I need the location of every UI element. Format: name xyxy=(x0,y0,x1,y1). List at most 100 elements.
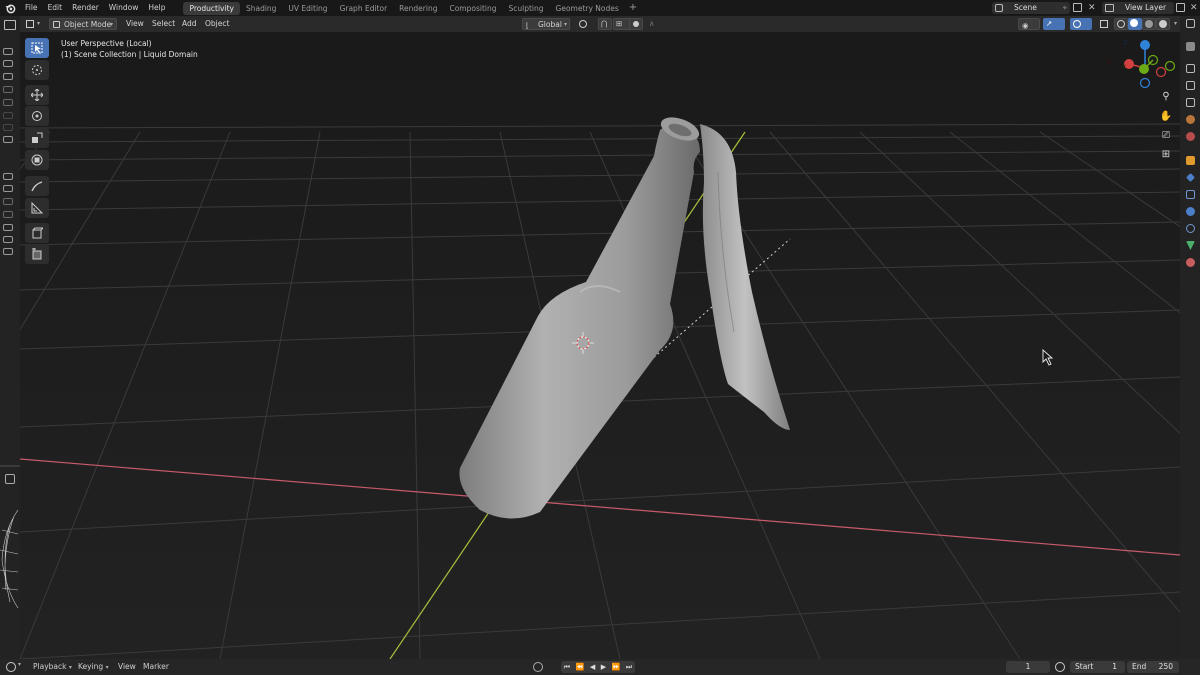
add-workspace-icon[interactable]: + xyxy=(625,0,641,16)
tab-uv-editing[interactable]: UV Editing xyxy=(282,2,333,15)
start-frame-field[interactable]: Start 1 xyxy=(1070,661,1125,673)
visibility-dropdown[interactable]: ◉ xyxy=(1018,18,1040,30)
auto-keying-toggle[interactable] xyxy=(533,662,543,672)
pan-hand-icon[interactable]: ✋ xyxy=(1159,111,1173,125)
annotate-tool[interactable] xyxy=(25,176,49,196)
jump-end-icon[interactable]: ⏭ xyxy=(626,663,632,672)
end-frame-field[interactable]: End 250 xyxy=(1127,661,1179,673)
scene-selector[interactable]: Scene ⌖ xyxy=(992,2,1070,14)
overlays-toggle[interactable] xyxy=(1070,18,1092,30)
select-menu[interactable]: Select xyxy=(148,18,179,30)
camera-icon[interactable] xyxy=(3,73,13,80)
particles-icon[interactable] xyxy=(1186,190,1195,199)
shading-wireframe[interactable] xyxy=(1114,18,1128,30)
menu-edit[interactable]: Edit xyxy=(43,0,68,16)
output-icon[interactable] xyxy=(1186,81,1195,90)
camera-icon[interactable] xyxy=(3,60,13,67)
shading-solid[interactable] xyxy=(1128,18,1142,30)
transform-tool[interactable] xyxy=(25,150,49,170)
menu-window[interactable]: Window xyxy=(104,0,144,16)
falloff-dropdown[interactable]: ∧ xyxy=(645,18,665,30)
play-reverse-icon[interactable]: ◀ xyxy=(590,663,595,671)
object-icon[interactable] xyxy=(1186,156,1195,165)
tab-compositing[interactable]: Compositing xyxy=(443,2,502,15)
next-keyframe-icon[interactable]: ⏩ xyxy=(612,663,621,671)
world-icon[interactable] xyxy=(1186,132,1195,141)
camera-icon[interactable] xyxy=(3,136,13,143)
camera-icon[interactable] xyxy=(3,236,13,243)
camera-icon[interactable] xyxy=(3,198,13,205)
constraints-icon[interactable] xyxy=(1186,224,1195,233)
camera-icon[interactable] xyxy=(3,248,13,255)
rotate-tool[interactable] xyxy=(25,106,49,126)
move-tool[interactable] xyxy=(25,85,49,105)
area-divider[interactable] xyxy=(0,465,20,467)
camera-icon[interactable] xyxy=(3,112,13,119)
proportional-editing-toggle[interactable] xyxy=(629,18,643,30)
add-cube-tool[interactable] xyxy=(25,223,49,243)
scene-icon[interactable] xyxy=(1186,115,1195,124)
orientation-dropdown[interactable]: ⌊ Global ▾ xyxy=(522,18,570,30)
perspective-toggle-icon[interactable]: ⊞ xyxy=(1159,149,1173,163)
add-object-tool[interactable] xyxy=(25,244,49,264)
tab-productivity[interactable]: Productivity xyxy=(183,2,240,15)
tab-sculpting[interactable]: Sculpting xyxy=(502,2,549,15)
tab-geometry-nodes[interactable]: Geometry Nodes xyxy=(550,2,625,15)
new-scene-icon[interactable] xyxy=(1073,3,1082,12)
shading-material[interactable] xyxy=(1142,18,1156,30)
view-layer-selector[interactable]: View Layer xyxy=(1102,2,1174,14)
play-icon[interactable]: ▶ xyxy=(601,663,606,671)
material-icon[interactable] xyxy=(1186,258,1195,267)
menu-render[interactable]: Render xyxy=(67,0,104,16)
current-frame-field[interactable]: 1 xyxy=(1006,661,1050,673)
physics-icon[interactable] xyxy=(1186,207,1195,216)
prev-keyframe-icon[interactable]: ⏪ xyxy=(576,663,585,671)
camera-icon[interactable] xyxy=(3,86,13,93)
remove-view-layer-icon[interactable]: ✕ xyxy=(1190,1,1198,15)
new-view-layer-icon[interactable] xyxy=(1176,3,1185,12)
cursor-tool[interactable] xyxy=(25,60,49,80)
zoom-icon[interactable]: ⚲ xyxy=(1159,91,1173,105)
playback-menu[interactable]: Playback ▾ xyxy=(33,661,72,673)
shading-options-dropdown[interactable]: ▾ xyxy=(1170,18,1180,30)
tool-icon[interactable] xyxy=(1186,42,1195,51)
render-icon[interactable] xyxy=(1186,64,1195,73)
view-menu[interactable]: View xyxy=(122,18,148,30)
camera-icon[interactable] xyxy=(3,99,13,106)
timeline-editor-icon[interactable] xyxy=(6,662,16,672)
editor-type-button[interactable]: ▾ xyxy=(23,18,45,30)
camera-icon[interactable] xyxy=(3,211,13,218)
keying-menu[interactable]: Keying ▾ xyxy=(78,661,109,673)
xray-toggle[interactable] xyxy=(1098,18,1112,30)
pin-icon[interactable] xyxy=(5,474,15,484)
menu-file[interactable]: File xyxy=(20,0,43,16)
remove-scene-icon[interactable]: ✕ xyxy=(1088,1,1096,15)
tab-graph-editor[interactable]: Graph Editor xyxy=(334,2,394,15)
select-box-tool[interactable] xyxy=(25,38,49,58)
view-menu[interactable]: View xyxy=(118,661,136,673)
properties-editor-icon[interactable] xyxy=(1186,19,1195,28)
marker-menu[interactable]: Marker xyxy=(143,661,169,673)
menu-help[interactable]: Help xyxy=(143,0,170,16)
3d-viewport[interactable]: Z X Y User Perspective (Local) (1) Scene… xyxy=(20,32,1180,659)
data-icon[interactable] xyxy=(1186,241,1195,250)
modifier-icon[interactable] xyxy=(1186,173,1195,182)
camera-icon[interactable] xyxy=(3,173,13,180)
camera-view-icon[interactable]: ⎚ xyxy=(1159,130,1173,144)
add-menu[interactable]: Add xyxy=(178,18,201,30)
camera-icon[interactable] xyxy=(3,48,13,55)
jump-start-icon[interactable]: ⏮ xyxy=(564,663,570,672)
camera-icon[interactable] xyxy=(3,224,13,231)
camera-icon[interactable] xyxy=(3,185,13,192)
editor-type-icon[interactable] xyxy=(4,20,16,30)
tab-shading[interactable]: Shading xyxy=(240,2,282,15)
snap-toggle[interactable]: ⋂ xyxy=(598,18,612,30)
view-layer-icon[interactable] xyxy=(1186,98,1195,107)
shading-rendered[interactable] xyxy=(1156,18,1170,30)
blender-logo-icon[interactable] xyxy=(0,0,20,16)
pivot-point-button[interactable] xyxy=(576,18,594,30)
measure-tool[interactable] xyxy=(25,198,49,218)
clock-icon[interactable] xyxy=(1055,662,1065,672)
camera-icon[interactable] xyxy=(3,124,13,131)
object-menu[interactable]: Object xyxy=(201,18,233,30)
